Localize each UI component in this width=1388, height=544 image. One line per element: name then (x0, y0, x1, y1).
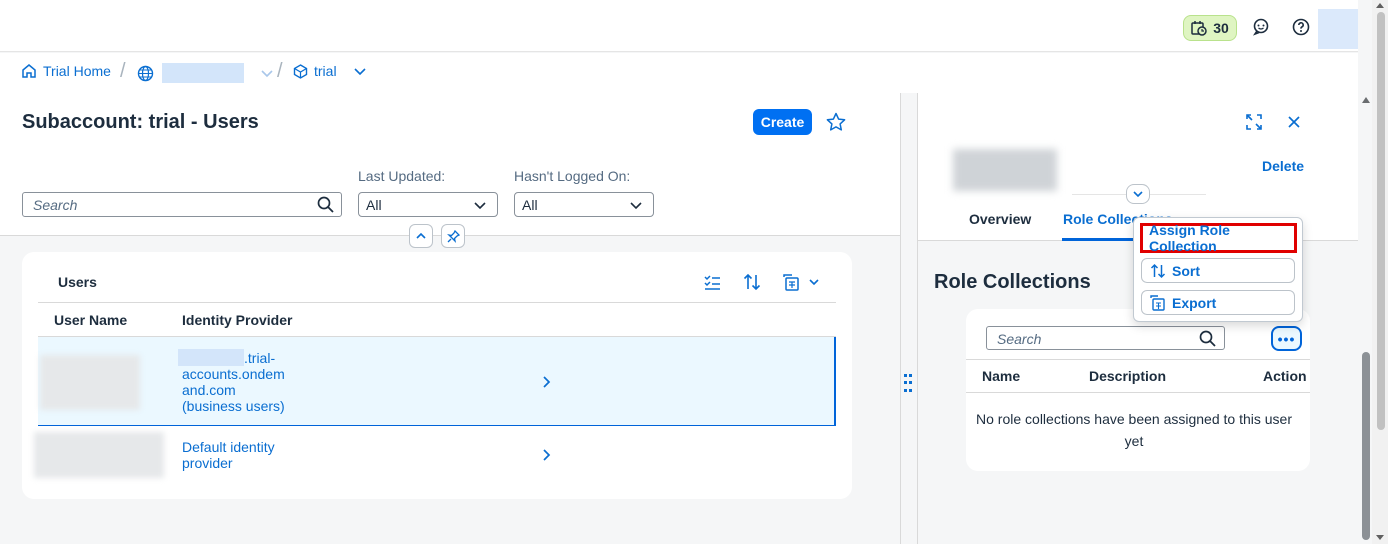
search-icon[interactable] (317, 196, 334, 216)
idp-link-part3[interactable]: and.com (182, 382, 236, 398)
last-updated-label: Last Updated: (358, 168, 446, 184)
export-button[interactable]: Export (1141, 290, 1295, 315)
idp-name-redacted (178, 349, 244, 366)
not-logged-on-value: All (522, 197, 538, 213)
home-icon (22, 64, 36, 78)
breadcrumb-separator: / (120, 60, 126, 82)
role-collections-search-input[interactable]: Search (986, 326, 1225, 350)
sort-icon[interactable] (743, 273, 761, 294)
export-icon[interactable] (783, 273, 821, 294)
cube-icon (293, 63, 308, 79)
breadcrumb-subaccount[interactable]: trial (293, 63, 367, 79)
help-icon[interactable] (1291, 17, 1311, 37)
column-header-user-name[interactable]: User Name (54, 312, 127, 328)
fullscreen-icon[interactable] (1244, 112, 1264, 132)
pin-header-button[interactable] (441, 224, 465, 248)
users-table-title: Users (58, 274, 97, 290)
export-icon (1150, 294, 1165, 311)
column-header-action[interactable]: Action (1263, 368, 1307, 384)
idp-link-part2[interactable]: accounts.ondem (182, 366, 285, 382)
pin-icon (446, 229, 460, 243)
page-title: Subaccount: trial - Users (22, 111, 259, 133)
scroll-up-arrow-icon[interactable] (1376, 3, 1384, 8)
window-scroll-thumb[interactable] (1377, 12, 1385, 430)
assign-role-collection-button[interactable]: Assign Role Collection (1140, 222, 1297, 254)
trial-clock-icon (1191, 21, 1207, 36)
idp-link-part2[interactable]: provider (182, 455, 233, 471)
panel-scroll-thumb[interactable] (1362, 352, 1370, 540)
layout-splitter[interactable] (900, 93, 918, 544)
favorite-star-icon[interactable] (825, 111, 847, 136)
chevron-down-icon[interactable] (353, 64, 367, 78)
table-row-selected[interactable] (38, 337, 836, 426)
collapse-header-button[interactable] (409, 224, 433, 248)
export-label: Export (1172, 294, 1217, 311)
no-data-line2: yet (1124, 433, 1144, 449)
breadcrumb-global-account[interactable] (137, 63, 274, 83)
user-identity-redacted (953, 149, 1057, 191)
splitter-grip-icon[interactable] (904, 374, 914, 394)
breadcrumb-separator: / (277, 60, 283, 82)
chevron-down-icon (630, 202, 642, 210)
sort-icon (1150, 263, 1166, 278)
more-actions-button[interactable]: ••• (1271, 326, 1302, 351)
delete-button[interactable]: Delete (1262, 158, 1304, 174)
globe-icon (137, 65, 154, 81)
user-name-redacted (40, 355, 140, 410)
no-data-message: No role collections have been assigned t… (966, 408, 1302, 452)
column-header-description[interactable]: Description (1089, 368, 1166, 384)
chevron-down-icon (474, 202, 486, 210)
breadcrumb-subaccount-label: trial (314, 63, 337, 79)
row-navigate-chevron-icon[interactable] (541, 448, 553, 465)
trial-days-badge[interactable]: 30 (1183, 15, 1237, 41)
last-updated-select[interactable]: All (358, 192, 498, 217)
chevron-down-icon[interactable] (260, 66, 274, 80)
feedback-icon[interactable] (1251, 17, 1271, 37)
breadcrumb-home-label: Trial Home (43, 63, 111, 79)
idp-link-part1[interactable]: .trial- (244, 350, 275, 366)
role-collections-title: Role Collections (934, 271, 1091, 293)
table-divider (966, 359, 1310, 360)
close-icon[interactable] (1284, 112, 1304, 132)
table-divider (966, 392, 1310, 393)
no-data-line1: No role collections have been assigned t… (976, 411, 1292, 427)
scroll-up-arrow-icon[interactable] (1362, 97, 1370, 103)
column-header-identity-provider[interactable]: Identity Provider (182, 312, 292, 328)
multi-select-icon[interactable] (703, 273, 721, 294)
create-button[interactable]: Create (753, 109, 812, 135)
users-search-input[interactable]: Search (22, 192, 342, 217)
trial-days-count: 30 (1213, 20, 1229, 36)
chevron-down-icon (1133, 191, 1143, 198)
search-icon[interactable] (1199, 330, 1216, 350)
table-divider (38, 302, 836, 303)
scroll-down-arrow-icon[interactable] (1376, 535, 1384, 540)
shell-bar (0, 0, 1372, 52)
idp-link-part4[interactable]: (business users) (182, 398, 285, 414)
tab-overview[interactable]: Overview (969, 211, 1031, 227)
sort-button[interactable]: Sort (1141, 258, 1295, 283)
not-logged-on-select[interactable]: All (514, 192, 654, 217)
global-account-name-redacted (162, 63, 244, 83)
row-navigate-chevron-icon[interactable] (541, 375, 553, 392)
search-placeholder: Search (33, 197, 78, 213)
breadcrumb-home[interactable]: Trial Home (21, 63, 111, 79)
sort-label: Sort (1172, 262, 1200, 279)
last-updated-value: All (366, 197, 382, 213)
search-placeholder: Search (997, 331, 1042, 347)
idp-link-part1[interactable]: Default identity (182, 439, 275, 455)
chevron-up-icon (416, 232, 426, 239)
user-name-redacted (34, 432, 164, 478)
column-header-name[interactable]: Name (982, 368, 1020, 384)
collapse-detail-header-button[interactable] (1126, 184, 1150, 204)
user-avatar[interactable] (1318, 9, 1358, 49)
not-logged-on-label: Hasn't Logged On: (514, 168, 631, 184)
assign-role-collection-label: Assign Role Collection (1149, 222, 1230, 254)
